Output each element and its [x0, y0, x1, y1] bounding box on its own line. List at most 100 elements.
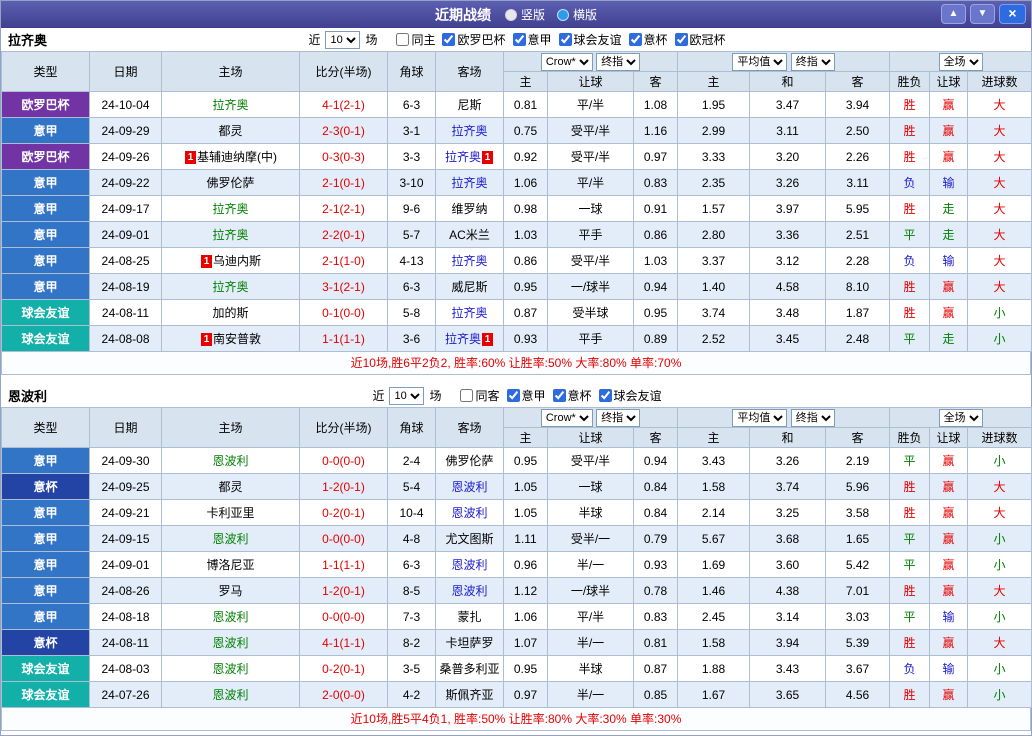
- asian-odds-cell: 一/球半: [548, 274, 634, 300]
- view-mode-label: 竖版: [521, 6, 545, 23]
- asian-odds-cell: 1.06: [504, 604, 548, 630]
- asian-odds-cell: 平/半: [548, 92, 634, 118]
- euro-odds-cell: 3.94: [750, 630, 826, 656]
- match-count-select[interactable]: 10: [325, 31, 360, 49]
- same-venue-checkbox[interactable]: [396, 33, 409, 46]
- euro-odds-stage-select[interactable]: 终指: [791, 409, 835, 427]
- league-filter: 意甲: [506, 31, 552, 48]
- result-cell: 大: [968, 578, 1032, 604]
- league-filter-checkbox[interactable]: [599, 389, 612, 402]
- sub-header: 客: [634, 72, 678, 92]
- result-scope-select[interactable]: 全场: [939, 53, 983, 71]
- match-row: 意甲24-09-21卡利亚里0-2(0-1)10-4恩波利1.05半球0.842…: [2, 500, 1032, 526]
- away-team-cell: 佛罗伦萨: [436, 448, 504, 474]
- col-header-home: 主场: [162, 408, 300, 448]
- league-badge: 意甲: [2, 500, 90, 526]
- result-cell: 胜: [890, 118, 930, 144]
- league-filter-label: 欧罗巴杯: [457, 31, 505, 48]
- result-cell: 赢: [930, 92, 968, 118]
- league-filter-label: 意甲: [522, 387, 546, 404]
- result-cell: 胜: [890, 474, 930, 500]
- euro-odds-source-select[interactable]: 平均值: [732, 53, 787, 71]
- same-venue-checkbox[interactable]: [460, 389, 473, 402]
- result-cell: 胜: [890, 144, 930, 170]
- home-team-cell: 拉齐奥: [162, 92, 300, 118]
- asian-odds-cell: 半/一: [548, 682, 634, 708]
- view-mode-radio[interactable]: 竖版: [505, 6, 545, 23]
- home-team-cell: 拉齐奥: [162, 274, 300, 300]
- result-cell: 胜: [890, 682, 930, 708]
- team-name: 恩波利: [212, 610, 248, 624]
- away-team-cell: 桑普多利亚: [436, 656, 504, 682]
- match-date: 24-07-26: [90, 682, 162, 708]
- euro-odds-cell: 2.48: [826, 326, 890, 352]
- euro-odds-cell: 2.51: [826, 222, 890, 248]
- asian-odds-cell: 0.98: [504, 196, 548, 222]
- league-filter: 球会友谊: [552, 31, 622, 48]
- asian-odds-cell: 半球: [548, 656, 634, 682]
- result-scope-select[interactable]: 全场: [939, 409, 983, 427]
- col-header-score: 比分(半场): [300, 52, 388, 92]
- euro-odds-cell: 2.26: [826, 144, 890, 170]
- team-name: 卡坦萨罗: [445, 636, 493, 650]
- view-mode-label: 横版: [573, 6, 597, 23]
- euro-odds-cell: 3.60: [750, 552, 826, 578]
- asian-odds-stage-select[interactable]: 终指: [596, 409, 640, 427]
- euro-odds-source-select[interactable]: 平均值: [732, 409, 787, 427]
- league-filters: 欧罗巴杯意甲球会友谊意杯欧冠杯: [435, 31, 725, 48]
- league-badge: 球会友谊: [2, 682, 90, 708]
- euro-odds-stage-select[interactable]: 终指: [791, 53, 835, 71]
- away-team-cell: 斯佩齐亚: [436, 682, 504, 708]
- league-filter-checkbox[interactable]: [513, 33, 526, 46]
- euro-odds-cell: 3.20: [750, 144, 826, 170]
- result-cell: 平: [890, 448, 930, 474]
- score-cell: 4-1(1-1): [300, 630, 388, 656]
- home-team-cell: 恩波利: [162, 682, 300, 708]
- result-cell: 输: [930, 656, 968, 682]
- asian-odds-stage-select[interactable]: 终指: [596, 53, 640, 71]
- score-cell: 0-0(0-0): [300, 448, 388, 474]
- league-badge: 意甲: [2, 448, 90, 474]
- euro-odds-cell: 3.26: [750, 170, 826, 196]
- close-button[interactable]: ×: [999, 4, 1026, 24]
- league-filter-checkbox[interactable]: [442, 33, 455, 46]
- result-cell: 负: [890, 248, 930, 274]
- view-mode-radio[interactable]: 横版: [557, 6, 597, 23]
- league-filter: 欧冠杯: [668, 31, 726, 48]
- match-count-select[interactable]: 10: [389, 387, 424, 405]
- asian-odds-cell: 0.89: [634, 326, 678, 352]
- asian-odds-source-select[interactable]: Crow*: [541, 409, 593, 427]
- euro-odds-cell: 3.36: [750, 222, 826, 248]
- asian-odds-source-select[interactable]: Crow*: [541, 53, 593, 71]
- move-up-button[interactable]: ▲: [941, 4, 966, 24]
- red-card-badge: 1: [201, 333, 212, 346]
- same-venue-filter: 同主: [389, 31, 435, 48]
- euro-odds-cell: 5.95: [826, 196, 890, 222]
- move-down-button[interactable]: ▼: [970, 4, 995, 24]
- sub-header: 客: [826, 72, 890, 92]
- match-row: 意甲24-09-29都灵2-3(0-1)3-1拉齐奥0.75受平/半1.162.…: [2, 118, 1032, 144]
- league-filter-checkbox[interactable]: [675, 33, 688, 46]
- result-cell: 大: [968, 500, 1032, 526]
- match-row: 意杯24-08-11恩波利4-1(1-1)8-2卡坦萨罗1.07半/一0.811…: [2, 630, 1032, 656]
- team-name: 尤文图斯: [445, 532, 493, 546]
- euro-odds-cell: 3.03: [826, 604, 890, 630]
- league-filter-checkbox[interactable]: [559, 33, 572, 46]
- sub-header: 和: [750, 428, 826, 448]
- asian-odds-header: Crow* 终指: [504, 408, 678, 428]
- away-team-cell: 拉齐奥: [436, 248, 504, 274]
- result-cell: 小: [968, 656, 1032, 682]
- match-row: 意甲24-08-18恩波利0-0(0-0)7-3蒙扎1.06平/半0.832.4…: [2, 604, 1032, 630]
- asian-odds-header: Crow* 终指: [504, 52, 678, 72]
- league-filter-checkbox[interactable]: [553, 389, 566, 402]
- league-filter-checkbox[interactable]: [507, 389, 520, 402]
- team-name: 恩波利: [451, 584, 487, 598]
- result-scope-header: 全场: [890, 52, 1032, 72]
- away-team-cell: 维罗纳: [436, 196, 504, 222]
- league-filter-checkbox[interactable]: [629, 33, 642, 46]
- home-team-cell: 1乌迪内斯: [162, 248, 300, 274]
- result-cell: 赢: [930, 118, 968, 144]
- team-name: 拉齐奥: [451, 124, 487, 138]
- sub-header: 胜负: [890, 428, 930, 448]
- team-name: 恩波利: [212, 454, 248, 468]
